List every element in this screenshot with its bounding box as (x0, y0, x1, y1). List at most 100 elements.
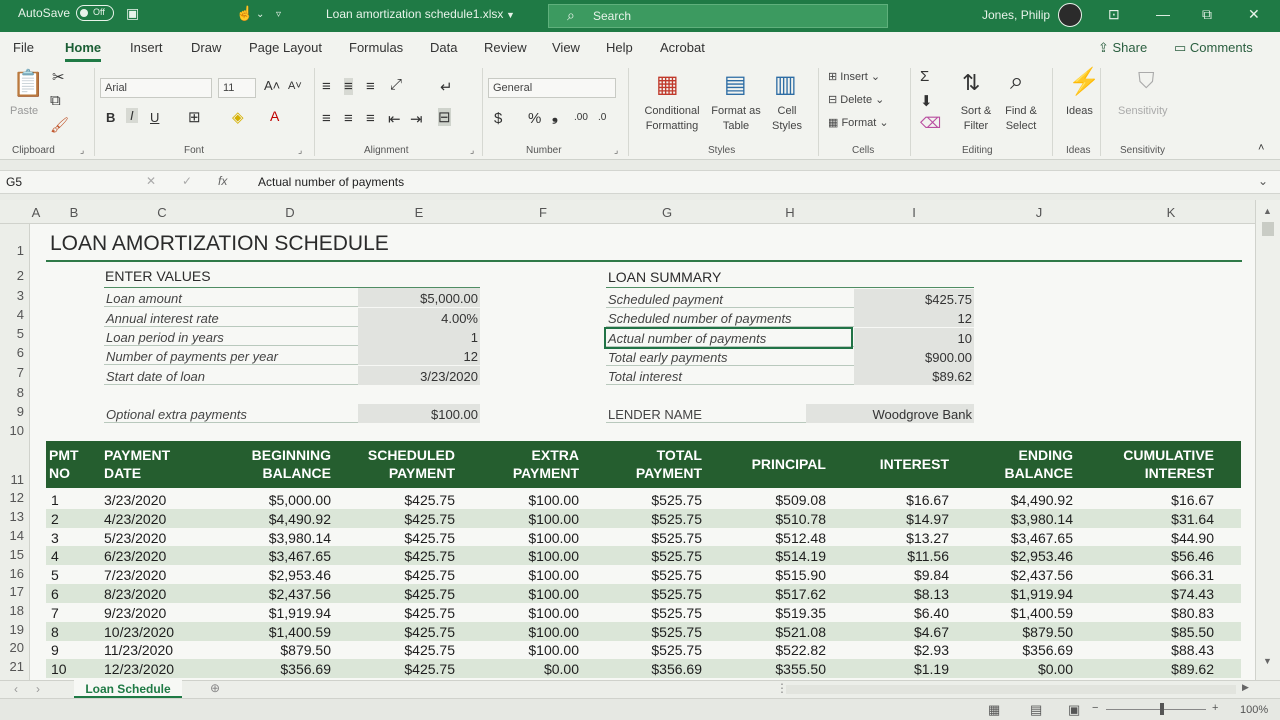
row-header[interactable]: 20 (0, 640, 24, 655)
ending-balance-cell[interactable]: $3,467.65 (1011, 530, 1073, 546)
payment-date-cell[interactable]: 3/23/2020 (104, 492, 166, 508)
scroll-right-icon[interactable]: ▶ (1242, 682, 1249, 693)
row-header[interactable]: 16 (0, 566, 24, 581)
row-header[interactable]: 15 (0, 547, 24, 562)
underline-icon[interactable]: U (150, 110, 159, 125)
tab-home[interactable]: Home (65, 40, 102, 62)
row-header[interactable]: 17 (0, 584, 24, 599)
header-total-payment[interactable]: TOTAL PAYMENT (596, 446, 702, 482)
total-payment-cell[interactable]: $525.75 (651, 605, 702, 621)
zoom-out-icon[interactable]: − (1092, 702, 1098, 714)
principal-cell[interactable]: $355.50 (775, 661, 826, 677)
row-header[interactable]: 2 (0, 268, 24, 283)
autosum-icon[interactable]: Σ (920, 68, 929, 85)
sort-filter-icon[interactable]: ⇅ (962, 70, 980, 96)
principal-cell[interactable]: $522.82 (775, 642, 826, 658)
ending-balance-cell[interactable]: $1,919.94 (1011, 586, 1073, 602)
zoom-in-icon[interactable]: + (1212, 702, 1218, 714)
format-as-table-button[interactable]: Format as Table (706, 104, 766, 134)
new-sheet-icon[interactable]: ⊕ (210, 681, 220, 695)
currency-icon[interactable]: $ (494, 110, 502, 127)
interest-cell[interactable]: $14.97 (906, 511, 949, 527)
font-size-select[interactable]: 11 (218, 78, 256, 98)
payment-date-cell[interactable]: 7/23/2020 (104, 567, 166, 583)
align-middle-icon[interactable]: ≡ (344, 78, 353, 95)
ideas-button[interactable]: Ideas (1066, 104, 1093, 119)
total-payment-cell[interactable]: $525.75 (651, 548, 702, 564)
summary-value[interactable]: $89.62 (854, 366, 974, 385)
save-icon[interactable]: ▣ (126, 5, 139, 22)
wrap-text-icon[interactable]: ↵ (440, 78, 453, 96)
touch-mode-icon[interactable]: ☝ (236, 5, 253, 22)
input-value[interactable]: $100.00 (358, 404, 480, 423)
find-select-icon[interactable]: ⌕ (1010, 68, 1023, 96)
lender-value[interactable]: Woodgrove Bank (806, 404, 974, 423)
column-header[interactable]: D (285, 205, 294, 220)
payment-date-cell[interactable]: 10/23/2020 (104, 624, 174, 640)
row-header[interactable]: 18 (0, 603, 24, 618)
tab-formulas[interactable]: Formulas (349, 40, 403, 55)
horizontal-scrollbar[interactable] (786, 685, 1236, 694)
next-sheet-icon[interactable]: › (36, 682, 40, 696)
row-header[interactable]: 4 (0, 307, 24, 322)
ending-balance-cell[interactable]: $356.69 (1022, 642, 1073, 658)
decrease-indent-icon[interactable]: ⇤ (388, 110, 401, 128)
summary-value[interactable]: 10 (854, 328, 974, 347)
principal-cell[interactable]: $519.35 (775, 605, 826, 621)
beginning-balance-cell[interactable]: $1,919.94 (269, 605, 331, 621)
extra-payment-cell[interactable]: $100.00 (528, 605, 579, 621)
pmt-no-cell[interactable]: 2 (51, 511, 59, 527)
header-beginning-balance[interactable]: BEGINNING BALANCE (226, 446, 331, 482)
beginning-balance-cell[interactable]: $4,490.92 (269, 511, 331, 527)
scroll-thumb[interactable] (1262, 222, 1274, 236)
font-launcher-icon[interactable]: ⌟ (298, 145, 302, 156)
share-button[interactable]: ⇪ Share (1098, 40, 1147, 56)
input-row[interactable]: Loan amount $5,000.00 (104, 288, 480, 307)
principal-cell[interactable]: $510.78 (775, 511, 826, 527)
header-pmt-no[interactable]: PMT NO (49, 446, 79, 482)
increase-decimal-icon[interactable]: .00 (574, 112, 588, 123)
input-row[interactable]: Optional extra payments $100.00 (104, 404, 480, 423)
payment-date-cell[interactable]: 9/23/2020 (104, 605, 166, 621)
interest-cell[interactable]: $4.67 (914, 624, 949, 640)
sheet-tab-loan-schedule[interactable]: Loan Schedule (74, 680, 182, 698)
borders-icon[interactable]: ⊞ (188, 108, 201, 126)
total-payment-cell[interactable]: $525.75 (651, 530, 702, 546)
interest-cell[interactable]: $11.56 (907, 548, 949, 564)
row-header[interactable]: 6 (0, 345, 24, 360)
pmt-no-cell[interactable]: 3 (51, 530, 59, 546)
tab-acrobat[interactable]: Acrobat (660, 40, 705, 55)
input-value[interactable]: 12 (358, 346, 480, 365)
header-scheduled-payment[interactable]: SCHEDULED PAYMENT (346, 446, 455, 482)
page-layout-view-icon[interactable]: ▤ (1030, 702, 1042, 718)
name-box[interactable]: G5 (4, 173, 102, 191)
total-payment-cell[interactable]: $525.75 (651, 511, 702, 527)
scheduled-payment-cell[interactable]: $425.75 (404, 605, 455, 621)
scheduled-payment-cell[interactable]: $425.75 (404, 511, 455, 527)
beginning-balance-cell[interactable]: $5,000.00 (269, 492, 331, 508)
page-break-view-icon[interactable]: ▣ (1068, 702, 1080, 718)
input-row[interactable]: Start date of loan 3/23/2020 (104, 366, 480, 385)
row-header[interactable]: 13 (0, 509, 24, 524)
extra-payment-cell[interactable]: $0.00 (544, 661, 579, 677)
payment-date-cell[interactable]: 8/23/2020 (104, 586, 166, 602)
column-header[interactable]: K (1167, 205, 1176, 220)
fill-icon[interactable]: ⬇ (920, 92, 933, 110)
payment-date-cell[interactable]: 11/23/2020 (104, 642, 173, 658)
find-select-button[interactable]: Find & Select (998, 104, 1044, 134)
cumulative-interest-cell[interactable]: $85.50 (1171, 624, 1214, 640)
pmt-no-cell[interactable]: 6 (51, 586, 59, 602)
extra-payment-cell[interactable]: $100.00 (528, 586, 579, 602)
comments-button[interactable]: ▭ Comments (1174, 40, 1253, 56)
beginning-balance-cell[interactable]: $356.69 (280, 661, 331, 677)
cumulative-interest-cell[interactable]: $66.31 (1171, 567, 1214, 583)
extra-payment-cell[interactable]: $100.00 (528, 511, 579, 527)
row-header[interactable]: 21 (0, 659, 24, 674)
principal-cell[interactable]: $515.90 (775, 567, 826, 583)
alignment-launcher-icon[interactable]: ⌟ (470, 145, 474, 156)
input-value[interactable]: 3/23/2020 (358, 366, 480, 385)
format-cells-button[interactable]: ▦ Format ⌄ (828, 116, 889, 131)
summary-value[interactable]: $900.00 (854, 347, 974, 366)
header-principal[interactable]: PRINCIPAL (736, 455, 826, 473)
clear-icon[interactable]: ⌫ (920, 114, 941, 132)
